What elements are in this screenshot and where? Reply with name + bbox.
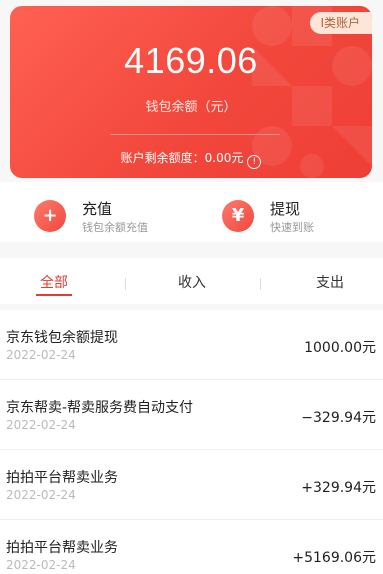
transaction-row[interactable]: 京东帮卖-帮卖服务费自动支付 2022-02-24 −329.94元 xyxy=(0,380,383,450)
transaction-title: 拍拍平台帮卖业务 xyxy=(6,540,118,556)
transaction-date: 2022-02-24 xyxy=(6,348,76,362)
transaction-list: 京东钱包余额提现 2022-02-24 1000.00元 京东帮卖-帮卖服务费自… xyxy=(0,310,383,574)
transaction-date: 2022-02-24 xyxy=(6,488,76,502)
transaction-row[interactable]: 拍拍平台帮卖业务 2022-02-24 +329.94元 xyxy=(0,450,383,520)
transaction-row[interactable]: 京东钱包余额提现 2022-02-24 1000.00元 xyxy=(0,310,383,380)
wallet-card: Ⅰ类账户 4169.06 钱包余额（元） 账户剩余额度：0.00元! xyxy=(10,6,372,178)
tab-expense[interactable]: 支出 xyxy=(266,272,383,292)
transaction-tabs: 全部 收入 支出 xyxy=(0,258,383,304)
tab-income[interactable]: 收入 xyxy=(128,272,256,292)
transaction-date: 2022-02-24 xyxy=(6,558,76,572)
balance-amount: 4169.06 xyxy=(124,40,258,81)
active-tab-indicator xyxy=(36,294,72,296)
transaction-amount: 1000.00元 xyxy=(304,340,376,356)
withdraw-subtitle: 快速到账 xyxy=(270,221,314,234)
tab-all[interactable]: 全部 xyxy=(0,272,118,292)
transaction-title: 拍拍平台帮卖业务 xyxy=(6,470,118,486)
info-icon[interactable]: ! xyxy=(247,155,262,169)
transaction-amount: −329.94元 xyxy=(301,410,376,426)
withdraw-title: 提现 xyxy=(270,200,301,218)
card-divider xyxy=(110,134,280,135)
remaining-quota-text: 账户剩余额度：0.00元 xyxy=(120,151,244,165)
account-type-badge: Ⅰ类账户 xyxy=(310,12,372,34)
recharge-subtitle: 钱包余额充值 xyxy=(82,221,148,234)
recharge-title: 充值 xyxy=(82,200,113,218)
transaction-amount: +329.94元 xyxy=(301,480,376,496)
plus-icon: + xyxy=(34,200,66,232)
transaction-row[interactable]: 拍拍平台帮卖业务 2022-02-24 +5169.06元 xyxy=(0,520,383,574)
transaction-date: 2022-02-24 xyxy=(6,418,76,432)
action-bar: + 充值 钱包余额充值 ¥ 提现 快速到账 xyxy=(0,182,383,242)
transaction-title: 京东钱包余额提现 xyxy=(6,330,118,346)
transaction-title: 京东帮卖-帮卖服务费自动支付 xyxy=(6,400,194,416)
balance-label: 钱包余额（元） xyxy=(145,100,237,115)
yen-icon: ¥ xyxy=(222,200,254,232)
transaction-amount: +5169.06元 xyxy=(292,550,376,566)
tab-divider xyxy=(125,278,126,290)
remaining-quota: 账户剩余额度：0.00元! xyxy=(10,149,372,169)
tab-divider xyxy=(260,278,261,290)
